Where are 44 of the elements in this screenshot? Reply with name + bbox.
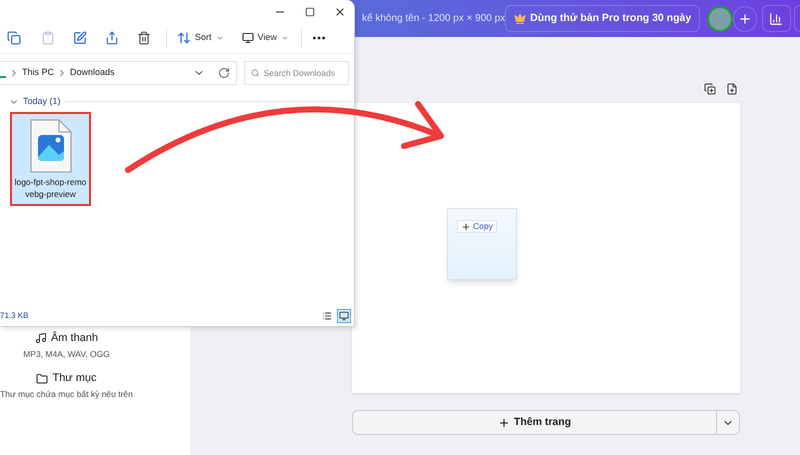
search-field[interactable]: Search Downloads (244, 61, 349, 85)
category-description: MP3, M4A, WAV, OGG (23, 348, 110, 360)
document-title: kế không tên - 1200 px × 900 px (362, 12, 506, 26)
chart-icon (769, 12, 784, 26)
sort-button[interactable]: Sort (177, 30, 224, 44)
chart-button[interactable] (762, 5, 792, 32)
copy-tooltip: Copy (457, 220, 497, 233)
path-segment[interactable]: This PC (22, 66, 54, 80)
image-file-icon (28, 118, 72, 172)
plus-icon (738, 12, 752, 26)
view-button[interactable]: View (242, 30, 289, 44)
duplicate-page-icon[interactable] (704, 83, 716, 95)
add-page-button[interactable]: Thêm trang (353, 411, 716, 434)
rename-icon[interactable] (73, 30, 87, 44)
status-text: 71.3 KB (0, 310, 28, 322)
tiles-icon (339, 311, 349, 321)
pro-trial-button[interactable]: Dùng thử bản Pro trong 30 ngày (505, 5, 700, 32)
add-button[interactable] (732, 6, 757, 32)
share-icon[interactable] (105, 30, 119, 44)
music-icon (34, 332, 47, 344)
search-input[interactable]: Search Downloads (264, 66, 342, 80)
category-title: Âm thanh (50, 330, 98, 346)
category-title: Thư mục (52, 371, 97, 386)
copy-icon[interactable] (7, 30, 21, 44)
category-description: Thư mục chứa mục bất kỳ nêu trên (0, 388, 133, 400)
list-icon (322, 311, 332, 321)
refresh-icon[interactable] (218, 67, 230, 79)
file-item[interactable]: logo-fpt-shop-removebg-preview (10, 112, 91, 206)
group-header[interactable]: Today (1) (23, 95, 61, 108)
add-page-icon[interactable] (726, 83, 738, 95)
file-name: logo-fpt-shop-removebg-preview (14, 176, 88, 200)
crown-icon (514, 12, 526, 24)
plus-icon (498, 416, 510, 428)
search-icon (251, 68, 260, 78)
sort-icon (177, 30, 191, 44)
path-segment[interactable]: Downloads (70, 66, 115, 80)
maximize-icon[interactable] (305, 7, 315, 17)
close-icon[interactable] (334, 6, 346, 18)
address-bar[interactable]: This PC Downloads (0, 61, 237, 85)
tiles-view-button[interactable] (337, 309, 351, 323)
view-icon (242, 32, 254, 44)
folder-icon (36, 372, 48, 384)
plus-icon (461, 222, 471, 232)
delete-icon[interactable] (137, 30, 151, 44)
